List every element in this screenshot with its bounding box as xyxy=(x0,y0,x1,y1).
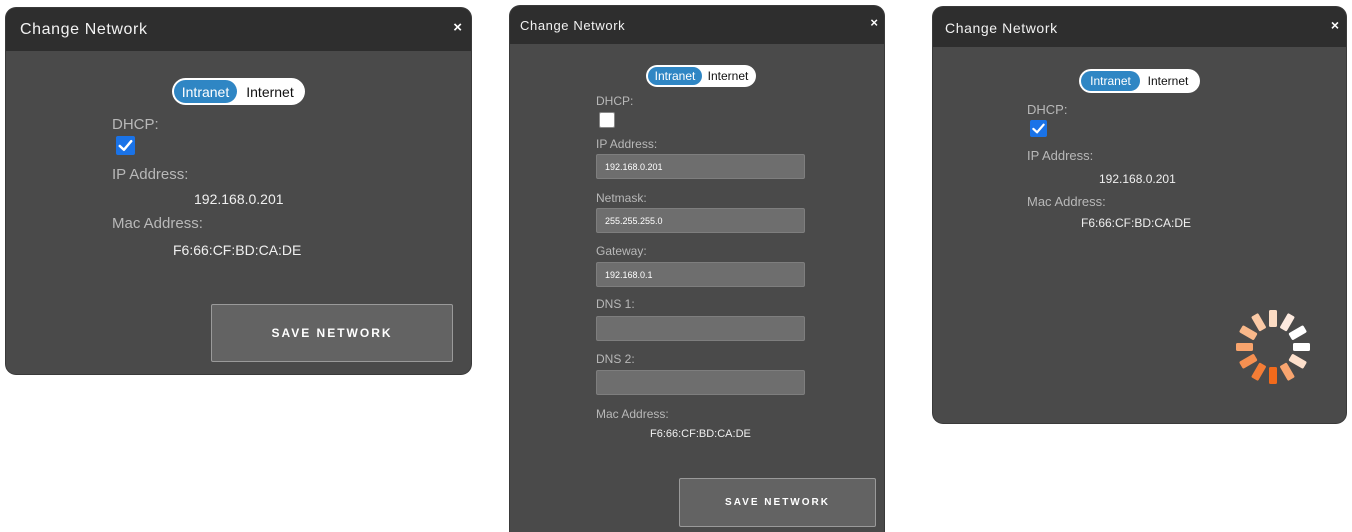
dhcp-label: DHCP: xyxy=(112,116,159,133)
ip-address-value: 192.168.0.201 xyxy=(194,191,284,207)
spinner-bar xyxy=(1288,354,1307,369)
netmask-label: Netmask: xyxy=(596,191,647,205)
network-type-toggle[interactable]: Intranet Internet xyxy=(172,78,305,105)
spinner-bar xyxy=(1280,313,1295,332)
dhcp-checkbox[interactable] xyxy=(599,112,615,128)
ip-address-value: 192.168.0.201 xyxy=(1099,172,1176,186)
dhcp-label: DHCP: xyxy=(1027,102,1068,117)
checkmark-icon xyxy=(118,139,133,152)
ip-address-label: IP Address: xyxy=(1027,148,1094,163)
dialog-header: Change Network × xyxy=(6,8,471,51)
dialog-title: Change Network xyxy=(20,21,148,38)
spinner-bar xyxy=(1280,362,1295,381)
spinner-bar xyxy=(1269,310,1277,327)
spinner-bar xyxy=(1239,354,1258,369)
mac-address-label: Mac Address: xyxy=(112,215,203,232)
gateway-input[interactable]: 192.168.0.1 xyxy=(596,262,805,287)
change-network-dialog-dhcp: Change Network × Intranet Internet DHCP:… xyxy=(6,8,471,374)
checkmark-icon xyxy=(1032,123,1045,134)
close-icon[interactable]: × xyxy=(453,19,462,36)
dns1-label: DNS 1: xyxy=(596,297,635,311)
close-icon[interactable]: × xyxy=(870,15,878,30)
gateway-label: Gateway: xyxy=(596,244,647,258)
ip-address-label: IP Address: xyxy=(112,166,189,183)
mac-address-label: Mac Address: xyxy=(596,407,669,421)
dialog-title: Change Network xyxy=(945,20,1058,36)
mac-address-value: F6:66:CF:BD:CA:DE xyxy=(173,242,302,258)
spinner-bar xyxy=(1236,343,1253,351)
dialog-header: Change Network × xyxy=(510,6,884,44)
tab-internet[interactable]: Internet xyxy=(702,67,754,85)
change-network-dialog-static: Change Network × Intranet Internet DHCP:… xyxy=(510,6,884,532)
tab-intranet[interactable]: Intranet xyxy=(648,67,702,85)
ip-address-label: IP Address: xyxy=(596,137,658,151)
change-network-dialog-loading: Change Network × Intranet Internet DHCP:… xyxy=(933,7,1346,423)
ip-address-input[interactable]: 192.168.0.201 xyxy=(596,154,805,179)
dhcp-label: DHCP: xyxy=(596,94,634,108)
netmask-input[interactable]: 255.255.255.0 xyxy=(596,208,805,233)
dhcp-checkbox[interactable] xyxy=(116,136,135,155)
dialog-header: Change Network × xyxy=(933,7,1346,47)
loading-spinner-icon xyxy=(1236,310,1310,384)
save-network-button[interactable]: SAVE NETWORK xyxy=(679,478,876,527)
tab-intranet[interactable]: Intranet xyxy=(1081,71,1140,91)
dhcp-checkbox[interactable] xyxy=(1030,120,1047,137)
network-type-toggle[interactable]: Intranet Internet xyxy=(1079,69,1200,93)
mac-address-value: F6:66:CF:BD:CA:DE xyxy=(650,428,751,440)
tab-intranet[interactable]: Intranet xyxy=(174,80,237,103)
spinner-bar xyxy=(1239,325,1258,340)
spinner-bar xyxy=(1251,362,1266,381)
dns2-input[interactable] xyxy=(596,370,805,395)
network-type-toggle[interactable]: Intranet Internet xyxy=(646,65,756,87)
dns1-input[interactable] xyxy=(596,316,805,341)
tab-internet[interactable]: Internet xyxy=(1140,71,1196,91)
mac-address-value: F6:66:CF:BD:CA:DE xyxy=(1081,216,1192,230)
tab-internet[interactable]: Internet xyxy=(237,80,303,103)
spinner-bar xyxy=(1293,343,1310,351)
dns2-label: DNS 2: xyxy=(596,352,635,366)
spinner-bar xyxy=(1269,367,1277,384)
dialog-title: Change Network xyxy=(520,18,626,33)
spinner-bar xyxy=(1288,325,1307,340)
save-network-button[interactable]: SAVE NETWORK xyxy=(211,304,453,362)
close-icon[interactable]: × xyxy=(1331,17,1339,33)
mac-address-label: Mac Address: xyxy=(1027,194,1106,209)
spinner-bar xyxy=(1251,313,1266,332)
